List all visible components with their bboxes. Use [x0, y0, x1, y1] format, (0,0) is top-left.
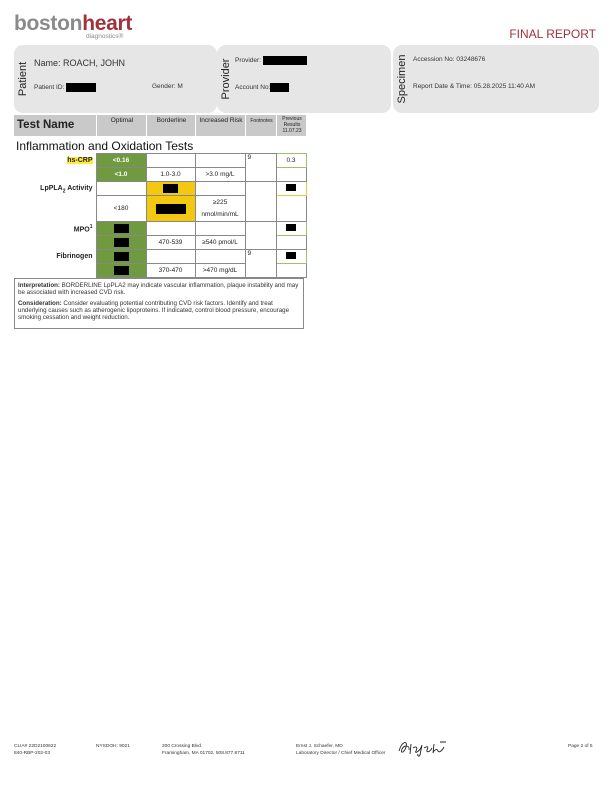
hscrp-borderline-result [145, 153, 196, 168]
specimen-section-label: Specimen [396, 54, 408, 104]
provider-box: Provider Provider: Account No: [217, 45, 391, 113]
provider-section-label: Provider [220, 58, 232, 100]
fibrinogen-previous [275, 249, 307, 264]
section-title: Inflammation and Oxidation Tests [16, 139, 194, 153]
redacted-block [155, 203, 186, 214]
lppla2-borderline-range [145, 195, 196, 222]
hscrp-increased-result [194, 153, 246, 168]
header-test-name: Test Name [17, 119, 75, 131]
test-name-fibrinogen: Fibrinogen [56, 253, 93, 260]
patient-box: Patient Name: ROACH, JOHN Patient ID: Ge… [14, 45, 217, 113]
patient-id: Patient ID: [34, 83, 97, 92]
redacted-block [286, 184, 296, 191]
fibrinogen-previous-range-blank [275, 263, 307, 278]
lppla2-footnote [244, 181, 277, 222]
accession-number: Accession No: 03248676 [413, 56, 486, 63]
fibrinogen-increased-range: >470 mg/dL [194, 263, 246, 278]
specimen-box: Specimen Accession No: 03248676 Report D… [393, 45, 599, 113]
provider-name: Provider: [235, 56, 307, 65]
fibrinogen-increased-result [194, 249, 246, 264]
table-row: LpPLA2 Activity [14, 181, 307, 222]
mpo-previous-range-blank [275, 235, 307, 250]
lppla2-optimal-result [95, 181, 147, 196]
logo-word-boston: boston [14, 12, 83, 35]
hscrp-result: <0.16 [95, 153, 147, 168]
redacted-block [66, 83, 97, 92]
patient-name: Name: ROACH, JOHN [34, 58, 126, 68]
fibrinogen-result [95, 249, 147, 264]
header-borderline: Borderline [146, 115, 196, 136]
results-table-header: Test Name Optimal Borderline Increased R… [14, 115, 307, 137]
mpo-previous [275, 221, 307, 236]
hscrp-footnote: 9 [244, 153, 277, 182]
logo-subtitle: diagnostics® [86, 33, 124, 40]
lppla2-optimal-range: <180 [95, 195, 147, 222]
mpo-increased-result [194, 221, 246, 236]
hscrp-previous: 0.3 [275, 153, 307, 168]
fibrinogen-borderline-range: 370-470 [145, 263, 196, 278]
header-increased-risk: Increased Risk [195, 115, 246, 136]
mpo-borderline-result [145, 221, 196, 236]
test-name-hscrp: hs-CRP [67, 157, 93, 164]
director-signature-icon [398, 741, 446, 757]
redacted-block [163, 184, 178, 193]
lppla2-previous [275, 181, 307, 196]
patient-section-label: Patient [17, 61, 29, 97]
redacted-block [286, 224, 296, 231]
mpo-optimal-range [95, 235, 147, 250]
lppla2-increased-result [194, 181, 246, 196]
fibrinogen-optimal-range [95, 263, 147, 278]
patient-gender: Gender: M [152, 83, 183, 90]
report-date: Report Date & Time: 05.28.2025 11:40 AM [413, 83, 536, 90]
footer-clia: CLIA# 22D2100622 840-RBP-202-03 [14, 744, 57, 756]
hscrp-borderline-range: 1.0-3.0 [145, 167, 196, 182]
redacted-block [113, 252, 129, 261]
table-row: hs-CRP <0.16 9 0.3 [14, 153, 307, 182]
redacted-block [262, 56, 307, 65]
lppla2-result [145, 181, 196, 196]
header-optimal: Optimal [96, 115, 147, 136]
mpo-borderline-range: 470-539 [145, 235, 196, 250]
table-row: Fibrinogen 9 [14, 249, 307, 278]
report-status-title: FINAL REPORT [509, 27, 596, 41]
test-name-lppla2: LpPLA2 Activity [40, 184, 93, 194]
footer-nysdoh: NYSDOH: 9021 [96, 744, 130, 749]
page-number: Page 2 of 5 [568, 744, 593, 749]
interpretation-notes: Interpretation: BORDERLINE LpPLA2 may in… [14, 278, 304, 329]
footer-director: Ernst J. Schaefer, MD Laboratory Director… [296, 744, 386, 756]
hscrp-previous-range-blank [275, 167, 307, 182]
fibrinogen-footnote: 9 [244, 249, 277, 278]
test-name-mpo: MPO1 [73, 223, 93, 234]
hscrp-increased-range: >3.0 mg/L [194, 167, 246, 182]
lppla2-increased-range: ≥225 nmol/min/mL [194, 195, 246, 222]
lppla2-previous-range-blank [275, 195, 307, 222]
mpo-footnote [244, 221, 277, 250]
mpo-increased-range: ≥540 pmol/L [194, 235, 246, 250]
header-previous-results: Previous Results 11.07.23 [276, 115, 307, 137]
account-number: Account No: [235, 83, 290, 92]
fibrinogen-borderline-result [145, 249, 196, 264]
redacted-block [113, 266, 129, 275]
footer-address: 200 Crossing Blvd. Framingham, MA 01702, … [162, 744, 245, 756]
results-table: hs-CRP <0.16 9 0.3 <1.0 1.0-3.0 >3.0 mg/… [14, 153, 307, 278]
hscrp-optimal-range: <1.0 [95, 167, 147, 182]
redacted-block [270, 83, 290, 92]
header-footnotes: Footnotes [245, 115, 277, 136]
redacted-block [113, 238, 129, 247]
redacted-block [286, 252, 296, 259]
logo-word-heart: heart [82, 12, 133, 35]
interpretation-text: Interpretation: BORDERLINE LpPLA2 may in… [18, 282, 299, 296]
table-row: MPO1 [14, 221, 307, 250]
brand-logo: bostonheart diagnostics® [14, 12, 133, 40]
consideration-text: Consideration: Consider evaluating poten… [18, 300, 290, 321]
mpo-result [95, 221, 147, 236]
redacted-block [113, 224, 129, 233]
